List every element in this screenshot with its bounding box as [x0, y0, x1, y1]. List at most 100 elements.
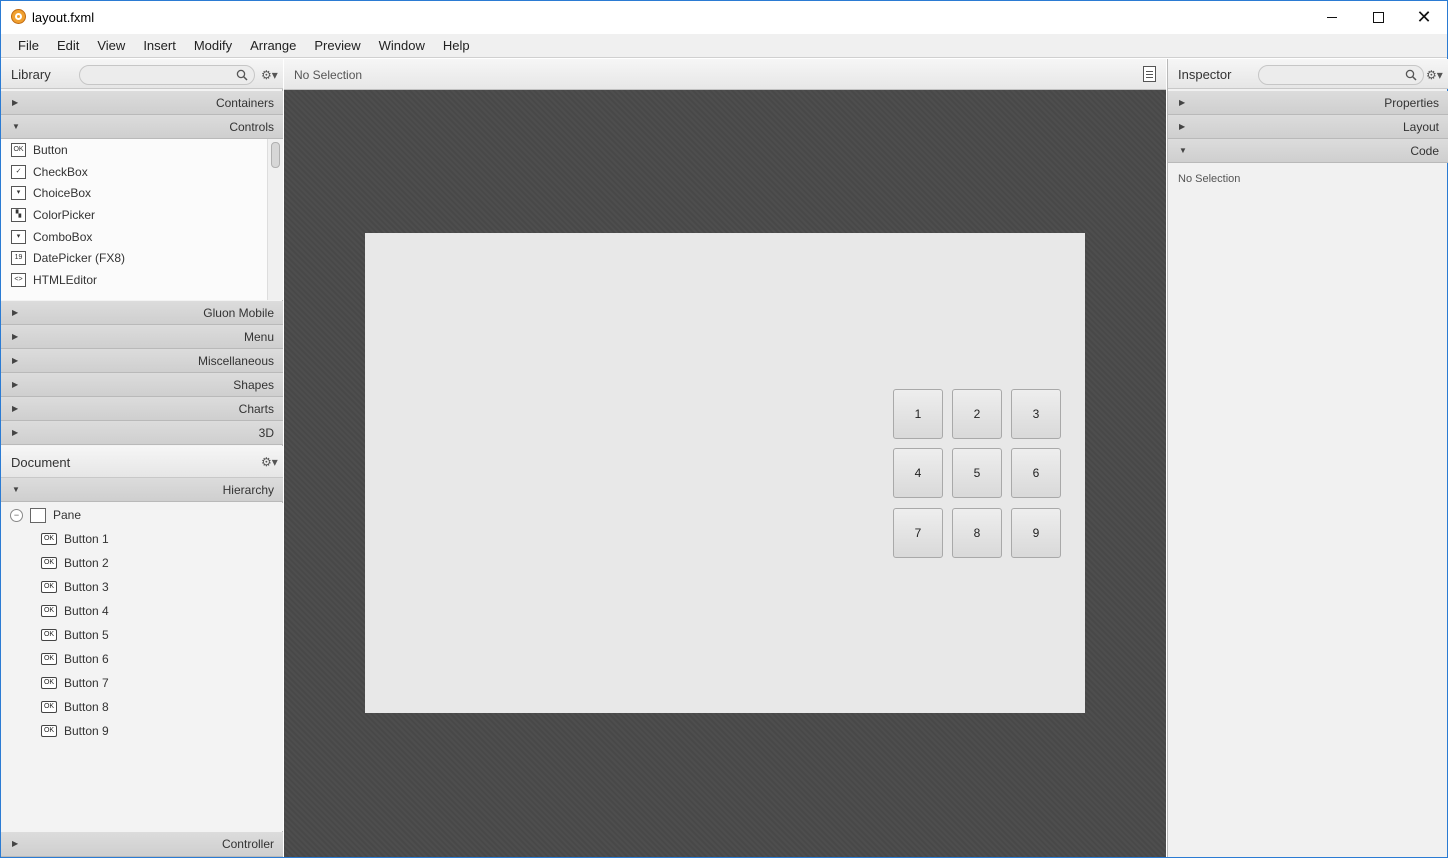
content-header: No Selection — [284, 59, 1166, 90]
tree-node-button[interactable]: OK Button 9 — [41, 719, 109, 743]
document-title: Document — [11, 455, 71, 470]
tree-node-button[interactable]: OK Button 1 — [41, 527, 109, 551]
menu-preview[interactable]: Preview — [305, 38, 369, 53]
section-label: Containers — [215, 96, 274, 110]
inspector-panel: Inspector ⚙▾ ▶ Properties ▶ Layout ▼ Code N… — [1167, 59, 1448, 857]
section-3d[interactable]: ▶ 3D — [1, 421, 283, 445]
section-code[interactable]: ▼ Code — [1168, 139, 1448, 163]
canvas-button-8[interactable]: 8 — [952, 508, 1002, 558]
menu-file[interactable]: File — [9, 38, 48, 53]
tree-node-button[interactable]: OK Button 8 — [41, 695, 109, 719]
canvas-button-5[interactable]: 5 — [952, 448, 1002, 498]
library-item-checkbox[interactable]: ✓ CheckBox — [1, 161, 267, 183]
library-item-colorpicker[interactable]: ▚ ColorPicker — [1, 204, 267, 226]
collapsed-arrow-icon: ▶ — [1179, 122, 1186, 131]
canvas-button-7[interactable]: 7 — [893, 508, 943, 558]
section-label: 3D — [258, 426, 274, 440]
section-label: Gluon Mobile — [203, 306, 274, 320]
collapsed-arrow-icon: ▶ — [12, 380, 19, 389]
inspector-empty-text: No Selection — [1178, 173, 1241, 185]
section-controller[interactable]: ▶ Controller — [1, 832, 283, 857]
section-label: Menu — [243, 330, 274, 344]
tree-node-label: Button 3 — [64, 580, 109, 594]
library-search-input[interactable] — [79, 65, 255, 85]
collapse-icon[interactable]: − — [10, 508, 23, 522]
tree-node-button[interactable]: OK Button 5 — [41, 623, 109, 647]
library-title: Library — [11, 67, 51, 82]
expanded-arrow-icon: ▼ — [12, 485, 20, 494]
library-item-button[interactable]: OK Button — [1, 139, 267, 161]
maximize-icon — [1372, 11, 1384, 23]
library-item-label: CheckBox — [33, 164, 88, 179]
menu-modify[interactable]: Modify — [185, 38, 241, 53]
canvas-button-4[interactable]: 4 — [893, 448, 943, 498]
ok-button-icon: OK — [41, 653, 57, 665]
maximize-button[interactable] — [1355, 1, 1401, 33]
tree-node-label: Button 7 — [64, 676, 109, 690]
menu-arrange[interactable]: Arrange — [241, 38, 305, 53]
inspector-gear-icon[interactable]: ⚙▾ — [1426, 68, 1443, 82]
library-item-combobox[interactable]: ▾ ComboBox — [1, 226, 267, 248]
tree-node-button[interactable]: OK Button 4 — [41, 599, 109, 623]
section-shapes[interactable]: ▶ Shapes — [1, 373, 283, 397]
menu-help[interactable]: Help — [434, 38, 479, 53]
library-item-choicebox[interactable]: ▾ ChoiceBox — [1, 182, 267, 204]
section-label: Properties — [1384, 96, 1439, 110]
checkbox-icon: ✓ — [11, 164, 26, 179]
section-containers[interactable]: ▶ Containers — [1, 91, 283, 115]
selection-status: No Selection — [294, 68, 363, 82]
section-hierarchy[interactable]: ▼ Hierarchy — [1, 478, 283, 502]
close-icon: ✕ — [1416, 7, 1432, 27]
collapsed-arrow-icon: ▶ — [12, 98, 19, 107]
library-item-datepicker[interactable]: 19 DatePicker (FX8) — [1, 247, 267, 269]
canvas-button-9[interactable]: 9 — [1011, 508, 1061, 558]
ok-button-icon: OK — [41, 581, 57, 593]
section-menu[interactable]: ▶ Menu — [1, 325, 283, 349]
menu-window[interactable]: Window — [370, 38, 434, 53]
section-label: Controller — [221, 837, 274, 851]
close-button[interactable]: ✕ — [1401, 1, 1447, 33]
canvas-button-6[interactable]: 6 — [1011, 448, 1061, 498]
window-title: layout.fxml — [32, 10, 95, 25]
tree-node-button[interactable]: OK Button 6 — [41, 647, 109, 671]
collapsed-arrow-icon: ▶ — [12, 356, 19, 365]
library-item-label: HTMLEditor — [33, 272, 98, 287]
library-item-label: ComboBox — [33, 229, 93, 244]
section-charts[interactable]: ▶ Charts — [1, 397, 283, 421]
minimize-icon — [1327, 16, 1337, 18]
library-gear-icon[interactable]: ⚙▾ — [261, 68, 278, 82]
design-pane[interactable]: 1 2 3 4 5 6 7 8 9 — [365, 233, 1085, 713]
document-header: Document ⚙▾ — [1, 446, 283, 478]
section-properties[interactable]: ▶ Properties — [1168, 91, 1448, 115]
tree-node-label: Button 4 — [64, 604, 109, 618]
minimize-button[interactable] — [1309, 1, 1355, 33]
canvas-button-2[interactable]: 2 — [952, 389, 1002, 439]
tree-node-button[interactable]: OK Button 3 — [41, 575, 109, 599]
library-header: Library ⚙▾ — [1, 59, 283, 89]
scrollbar-thumb[interactable] — [271, 142, 280, 168]
ok-button-icon: OK — [41, 725, 57, 737]
tree-node-label: Button 9 — [64, 724, 109, 738]
section-controls[interactable]: ▼ Controls — [1, 115, 283, 139]
document-gear-icon[interactable]: ⚙▾ — [261, 455, 278, 469]
library-item-htmleditor[interactable]: <> HTMLEditor — [1, 269, 267, 291]
inspector-search-input[interactable] — [1258, 65, 1424, 85]
controls-scrollbar[interactable] — [267, 139, 283, 300]
tree-node-pane[interactable]: − Pane — [1, 503, 283, 527]
tree-node-button[interactable]: OK Button 7 — [41, 671, 109, 695]
section-gluon-mobile[interactable]: ▶ Gluon Mobile — [1, 301, 283, 325]
document-icon[interactable] — [1143, 66, 1156, 82]
menu-insert[interactable]: Insert — [134, 38, 185, 53]
tree-node-label: Button 6 — [64, 652, 109, 666]
search-icon — [1405, 69, 1417, 81]
section-miscellaneous[interactable]: ▶ Miscellaneous — [1, 349, 283, 373]
section-label: Hierarchy — [222, 483, 274, 497]
menu-edit[interactable]: Edit — [48, 38, 88, 53]
section-layout[interactable]: ▶ Layout — [1168, 115, 1448, 139]
library-item-label: DatePicker (FX8) — [33, 251, 126, 266]
canvas-button-3[interactable]: 3 — [1011, 389, 1061, 439]
canvas-button-1[interactable]: 1 — [893, 389, 943, 439]
menu-view[interactable]: View — [88, 38, 134, 53]
left-panel: Library ⚙▾ ▶ Containers ▼ Controls OK But… — [1, 59, 283, 857]
tree-node-button[interactable]: OK Button 2 — [41, 551, 109, 575]
